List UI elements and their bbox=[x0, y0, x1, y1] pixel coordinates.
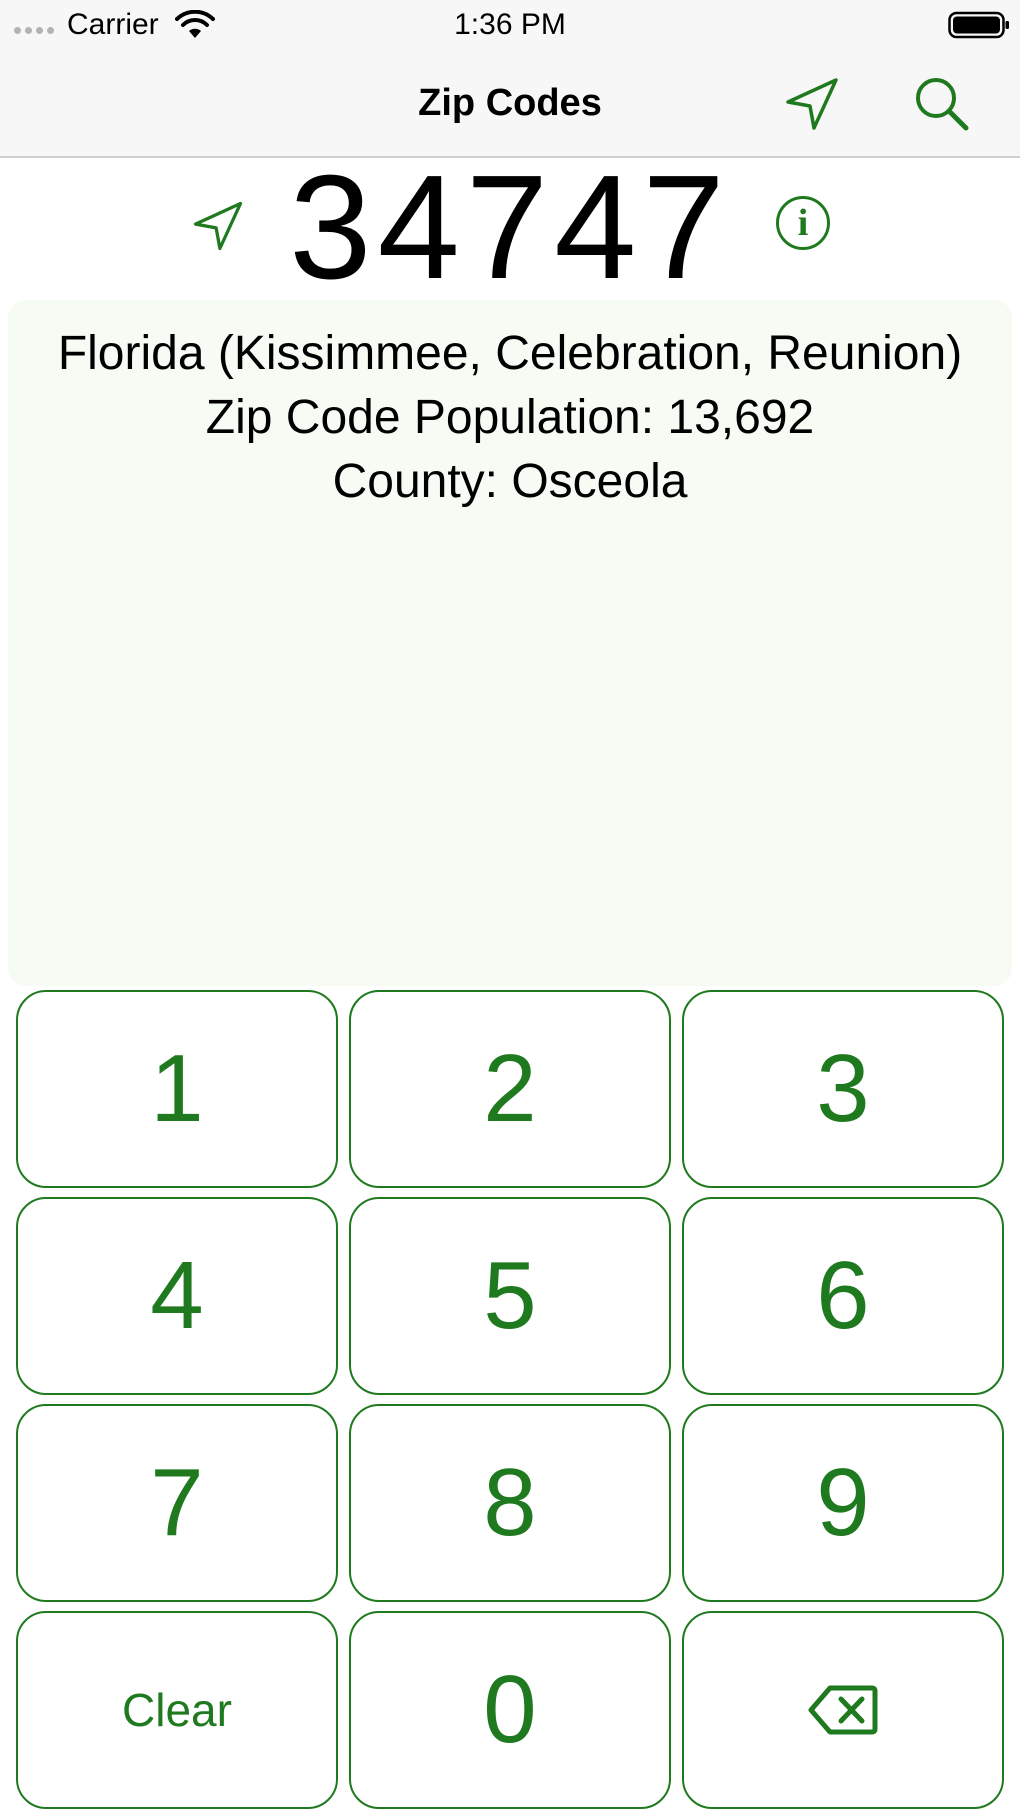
backspace-icon bbox=[808, 1685, 878, 1735]
current-location-button[interactable] bbox=[780, 72, 844, 136]
clock: 1:36 PM bbox=[454, 8, 566, 41]
key-8[interactable]: 8 bbox=[349, 1404, 671, 1602]
location-arrow-icon bbox=[786, 78, 838, 130]
zip-code-value: 34747 bbox=[289, 145, 731, 310]
zip-display: 34747 i bbox=[0, 145, 1020, 310]
key-1[interactable]: 1 bbox=[16, 990, 338, 1188]
numeric-keypad: 1 2 3 4 5 6 7 8 9 Clear 0 bbox=[16, 990, 1004, 1809]
status-bar: Carrier 1:36 PM bbox=[0, 0, 1020, 50]
county-text: County: Osceola bbox=[332, 455, 688, 508]
clear-button[interactable]: Clear bbox=[16, 1611, 338, 1809]
info-button[interactable]: i bbox=[776, 196, 830, 250]
battery-icon bbox=[948, 11, 1009, 39]
key-2[interactable]: 2 bbox=[349, 990, 671, 1188]
state-cities-text: Florida (Kissimmee, Celebration, Reunion… bbox=[57, 327, 963, 380]
key-9[interactable]: 9 bbox=[682, 1404, 1004, 1602]
location-arrow-icon bbox=[193, 201, 243, 251]
page-title: Zip Codes bbox=[418, 82, 602, 124]
population-text: Zip Code Population: 13,692 bbox=[205, 391, 815, 444]
key-3[interactable]: 3 bbox=[682, 990, 1004, 1188]
key-6[interactable]: 6 bbox=[682, 1197, 1004, 1395]
info-icon: i bbox=[797, 202, 809, 244]
key-0[interactable]: 0 bbox=[349, 1611, 671, 1809]
search-button[interactable] bbox=[910, 72, 974, 136]
zip-info-panel: Florida (Kissimmee, Celebration, Reunion… bbox=[8, 300, 1012, 986]
key-7[interactable]: 7 bbox=[16, 1404, 338, 1602]
search-icon bbox=[916, 78, 969, 131]
backspace-button[interactable] bbox=[682, 1611, 1004, 1809]
navigation-bar: Zip Codes bbox=[0, 50, 1020, 158]
key-5[interactable]: 5 bbox=[349, 1197, 671, 1395]
key-4[interactable]: 4 bbox=[16, 1197, 338, 1395]
